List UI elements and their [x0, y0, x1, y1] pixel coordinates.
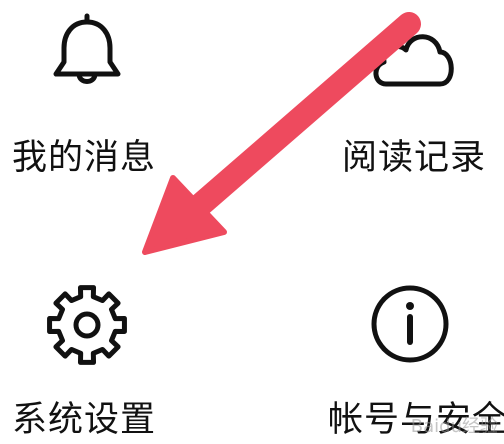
- info-icon: [370, 282, 460, 372]
- menu-item-reading-history[interactable]: 阅读记录: [300, 0, 504, 200]
- gear-icon: [42, 280, 132, 370]
- menu-item-label: 系统设置: [12, 400, 157, 440]
- menu-item-label: 我的消息: [12, 138, 157, 178]
- menu-item-my-messages[interactable]: 我的消息: [0, 0, 250, 200]
- bell-icon: [42, 4, 132, 94]
- watermark: Baidu经验: [410, 416, 498, 437]
- menu-item-system-settings[interactable]: 系统设置: [0, 250, 250, 444]
- menu-grid: 我的消息 阅读记录 系统设置 帐号与安全: [0, 0, 504, 444]
- menu-item-label: 阅读记录: [342, 138, 487, 178]
- cloud-icon: [368, 0, 458, 90]
